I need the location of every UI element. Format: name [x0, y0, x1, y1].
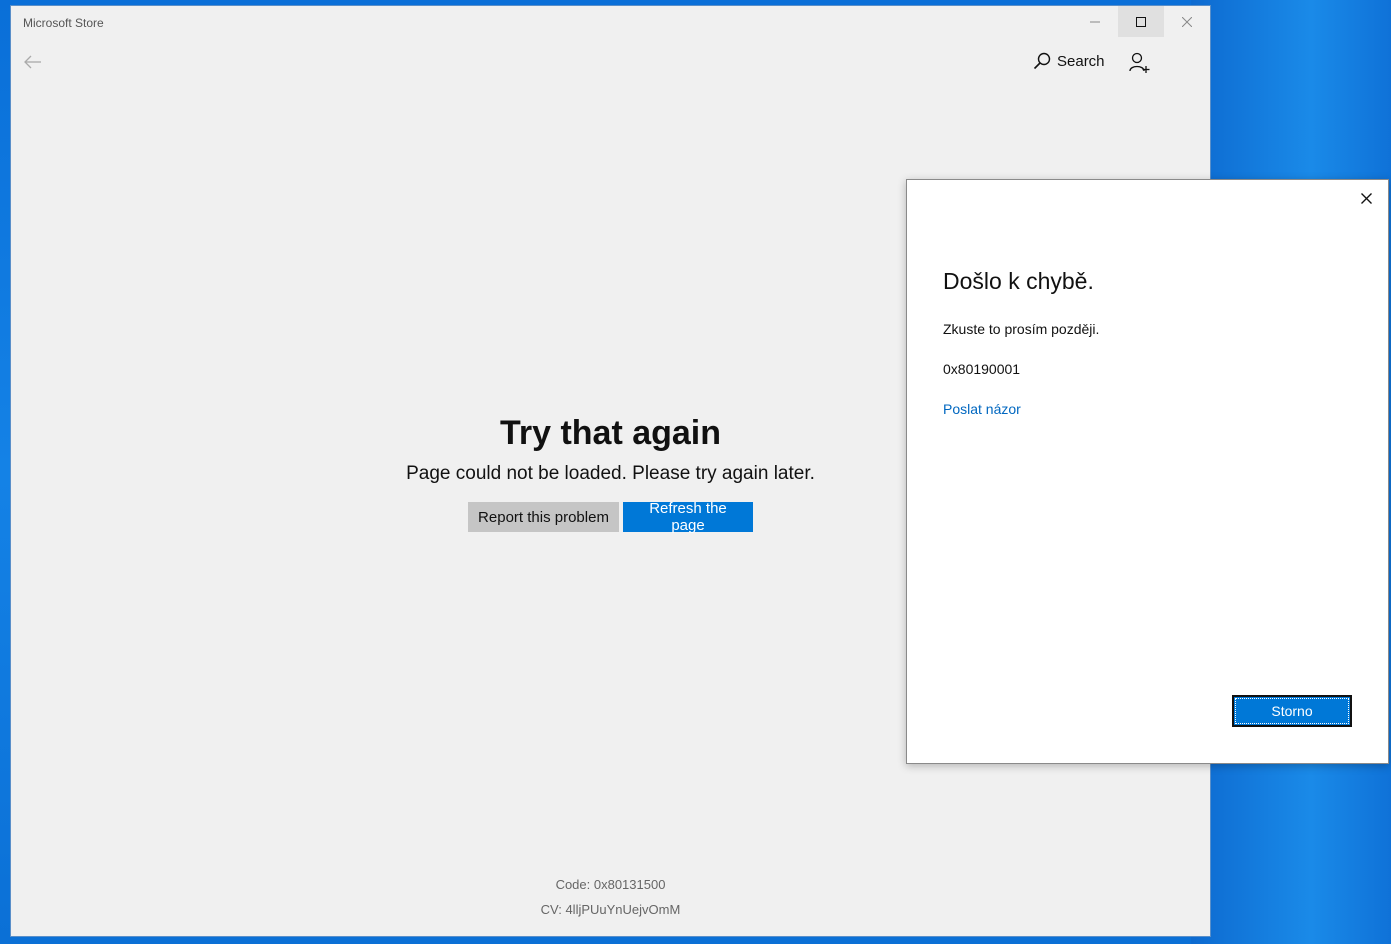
- search-button[interactable]: Search: [1033, 52, 1105, 70]
- dialog-title: Došlo k chybě.: [943, 268, 1094, 294]
- close-button[interactable]: [1164, 6, 1210, 37]
- window-controls: [1072, 6, 1210, 37]
- dialog-close-button[interactable]: [1358, 190, 1374, 206]
- title-bar: Microsoft Store: [11, 6, 1210, 38]
- close-icon: [1360, 192, 1372, 204]
- close-icon: [1182, 16, 1192, 27]
- search-icon: [1033, 52, 1051, 70]
- correlation-vector: CV: 4lljPUuYnUejvOmM: [540, 902, 681, 917]
- minimize-icon: [1090, 21, 1100, 22]
- error-dialog: Došlo k chybě. Zkuste to prosím později.…: [906, 179, 1389, 764]
- app-title: Microsoft Store: [23, 16, 104, 30]
- cancel-button[interactable]: Storno: [1232, 695, 1352, 727]
- minimize-button[interactable]: [1072, 6, 1118, 37]
- account-button[interactable]: [1128, 51, 1152, 75]
- back-button[interactable]: [19, 50, 47, 74]
- error-code: Code: 0x80131500: [555, 877, 666, 892]
- maximize-icon: [1136, 16, 1146, 27]
- refresh-page-button[interactable]: Refresh the page: [623, 500, 753, 534]
- dialog-error-code: 0x80190001: [943, 361, 1021, 377]
- maximize-button[interactable]: [1118, 6, 1164, 37]
- search-label: Search: [1057, 52, 1105, 70]
- dialog-message: Zkuste to prosím později.: [943, 321, 1100, 337]
- add-account-icon: [1129, 52, 1150, 73]
- back-arrow-icon: [24, 55, 41, 69]
- error-details: Code: 0x80131500 CV: 4lljPUuYnUejvOmM: [11, 872, 1210, 922]
- report-problem-button[interactable]: Report this problem: [468, 502, 619, 532]
- send-feedback-link[interactable]: Poslat názor: [943, 401, 1021, 417]
